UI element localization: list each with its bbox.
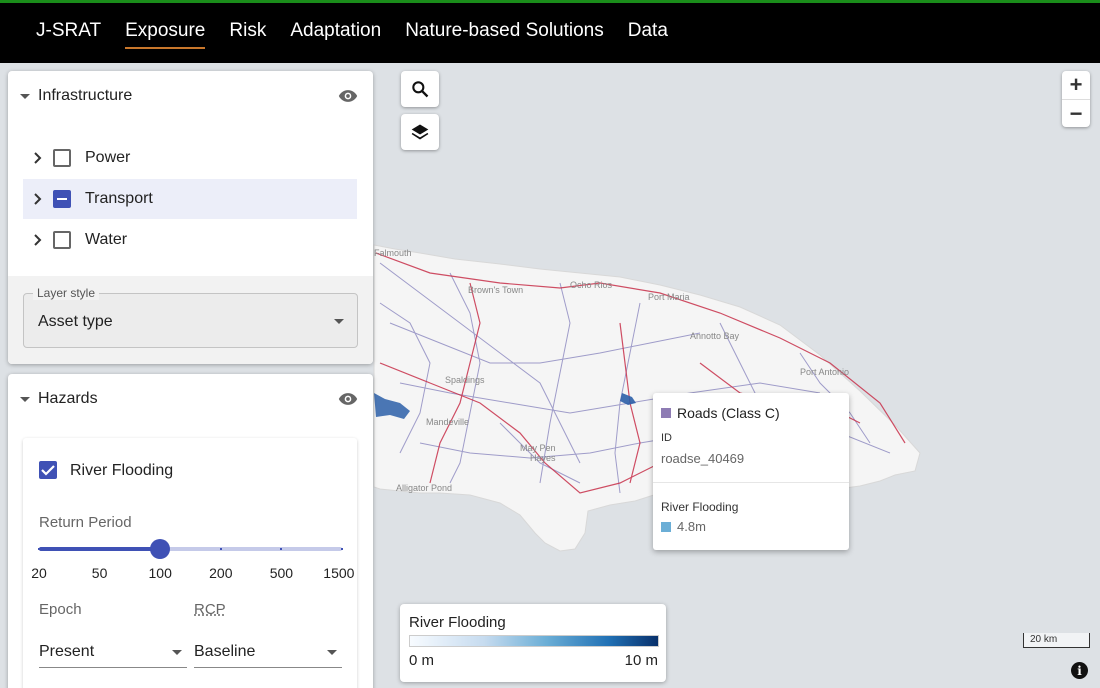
visibility-eye-icon[interactable] [337, 86, 359, 106]
hazards-header[interactable]: Hazards [8, 374, 373, 424]
infrastructure-header[interactable]: Infrastructure [8, 71, 373, 121]
return-period-slider[interactable] [38, 539, 343, 559]
slider-tick [159, 548, 162, 550]
rcp-select[interactable]: Baseline [194, 636, 342, 668]
legend-min: 0 m [409, 652, 435, 669]
search-icon [412, 81, 429, 98]
return-period-tick-label: 1500 [323, 565, 355, 581]
legend-title: River Flooding [409, 614, 506, 631]
slider-tick [280, 548, 283, 550]
rcp-value: Baseline [194, 643, 256, 660]
layer-style-select[interactable]: Layer style Asset type [23, 286, 358, 348]
place-name: Port Antonio [800, 367, 849, 377]
place-name: Annotto Bay [690, 331, 740, 341]
return-period-tick-label: 100 [148, 565, 172, 581]
place-name: May Pen [520, 443, 556, 453]
place-name: Spaldings [445, 375, 485, 385]
river-flooding-card: River Flooding Return Period 20 50 100 200 5… [23, 438, 357, 688]
popup-id-value: roadse_40469 [661, 451, 745, 466]
collapse-caret-icon [20, 396, 30, 402]
hazard-legend: River Flooding 0 m 10 m [400, 604, 666, 682]
chevron-right-icon[interactable] [33, 193, 43, 205]
legend-max: 10 m [624, 652, 658, 669]
epoch-value: Present [39, 643, 95, 660]
zoom-out-button[interactable]: − [1062, 99, 1090, 127]
place-name: Alligator Pond [396, 483, 452, 493]
layer-style-section: Layer style Asset type [8, 276, 373, 364]
zoom-control: + − [1062, 71, 1090, 127]
nav-exposure[interactable]: Exposure [125, 20, 206, 49]
dropdown-arrow-icon [172, 650, 182, 655]
checkbox-power[interactable] [53, 149, 71, 167]
layers-button[interactable] [401, 114, 439, 150]
epoch-select[interactable]: Present [39, 636, 187, 668]
layer-style-label: Layer style [33, 286, 100, 300]
info-icon[interactable]: i [1071, 662, 1088, 679]
nav-adaptation[interactable]: Adaptation [290, 20, 381, 46]
checkbox-transport[interactable] [53, 190, 71, 208]
place-name: Falmouth [374, 248, 412, 258]
feature-color-swatch [661, 408, 671, 418]
place-name: Port Maria [648, 292, 690, 302]
dropdown-arrow-icon [334, 319, 344, 324]
river-flooding-label: River Flooding [70, 462, 174, 479]
dropdown-arrow-icon [327, 650, 337, 655]
legend-color-ramp [409, 635, 659, 647]
place-name: Mandeville [426, 417, 469, 427]
tree-item-water[interactable]: Water [23, 220, 357, 260]
slider-tick [341, 548, 343, 550]
place-name: Brown's Town [468, 285, 523, 295]
nav-data[interactable]: Data [628, 20, 668, 46]
tree-item-transport[interactable]: Transport [23, 179, 357, 219]
slider-tick [219, 548, 222, 550]
popup-divider [653, 482, 849, 483]
popup-hazard-label: River Flooding [661, 500, 739, 514]
slider-tick [38, 548, 40, 550]
return-period-tick-label: 500 [269, 565, 294, 581]
top-nav: J-SRAT Exposure Risk Adaptation Nature-b… [0, 0, 1100, 63]
collapse-caret-icon [20, 93, 30, 99]
slider-tick [98, 548, 101, 550]
hazards-panel: Hazards River Flooding Return Period 20 5… [8, 374, 373, 688]
popup-id-label: ID [661, 432, 672, 444]
check-icon [41, 465, 55, 476]
zoom-in-button[interactable]: + [1062, 71, 1090, 99]
panel-title: Infrastructure [38, 87, 133, 104]
chevron-right-icon[interactable] [33, 234, 43, 246]
infrastructure-panel: Infrastructure Power Transport Water Lay… [8, 71, 373, 364]
popup-hazard-value: 4.8m [677, 519, 706, 534]
epoch-label: Epoch [39, 601, 82, 618]
checkbox-water[interactable] [53, 231, 71, 249]
rcp-label: RCP [194, 601, 226, 618]
nav-nature-based-solutions[interactable]: Nature-based Solutions [405, 20, 604, 46]
chevron-right-icon[interactable] [33, 152, 43, 164]
tree-item-label: Water [85, 231, 128, 248]
tree-item-power[interactable]: Power [23, 138, 357, 178]
return-period-tick-label: 50 [91, 565, 108, 581]
panel-title: Hazards [38, 390, 98, 407]
place-name: Hayes [530, 453, 556, 463]
nav-brand[interactable]: J-SRAT [36, 20, 101, 46]
search-button[interactable] [401, 71, 439, 107]
scale-bar: 20 km [1023, 633, 1090, 648]
layer-style-value: Asset type [38, 313, 113, 330]
popup-title: Roads (Class C) [677, 405, 780, 421]
visibility-eye-icon[interactable] [337, 389, 359, 409]
tree-item-label: Transport [85, 190, 153, 207]
return-period-label: Return Period [39, 514, 132, 531]
river-flooding-checkbox[interactable] [39, 461, 57, 479]
return-period-tick-label: 200 [209, 565, 233, 581]
feature-popup: Roads (Class C) ID roadse_40469 River Fl… [653, 393, 849, 550]
return-period-tick-label: 20 [31, 565, 47, 581]
layers-icon [411, 124, 429, 140]
nav-risk[interactable]: Risk [229, 20, 266, 46]
place-name: Ocho Rios [570, 280, 613, 290]
tree-item-label: Power [85, 149, 131, 166]
hazard-color-swatch [661, 521, 671, 532]
